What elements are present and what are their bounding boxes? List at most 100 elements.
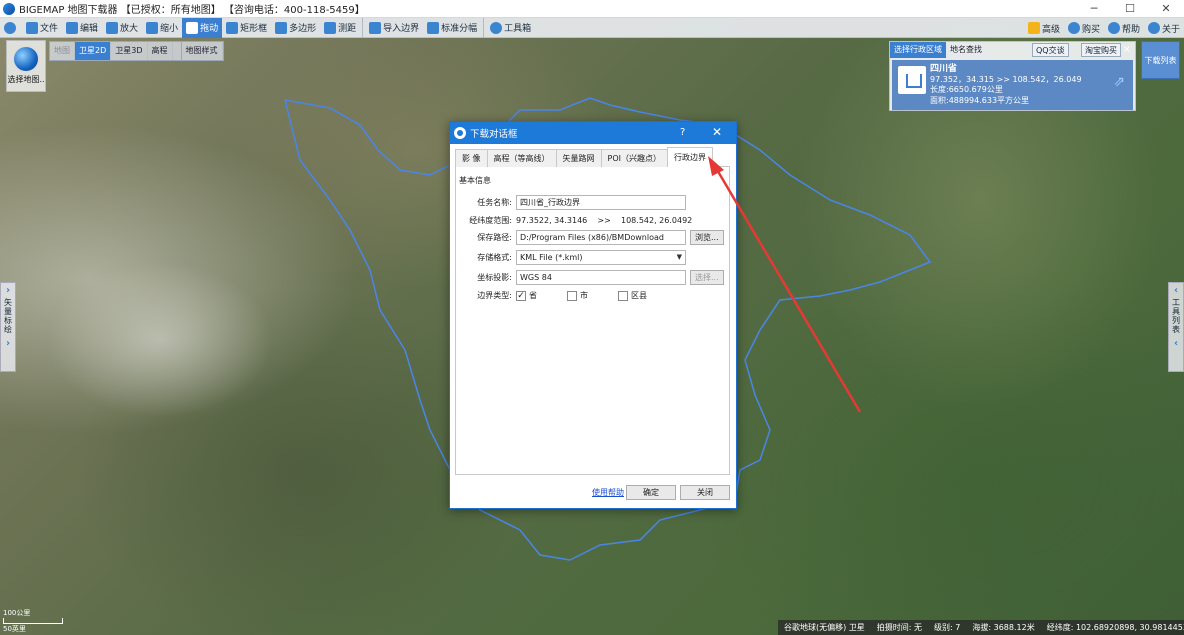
dialog-help-button[interactable]: ?: [680, 127, 685, 138]
checkbox-label: 市: [580, 291, 588, 300]
toolbar-label: 标准分幅: [441, 24, 478, 34]
hand-icon: [186, 21, 199, 34]
edit-icon: [66, 21, 79, 34]
toolbar-zoom-in-button[interactable]: 放大: [102, 18, 142, 38]
status-date: 拍摄时间: 无: [876, 623, 923, 632]
window-title: BIGEMAP 地图下载器 【已授权：所有地图】 【咨询电话：400-118-5…: [19, 5, 365, 16]
checkbox-label: 省: [529, 291, 537, 300]
dialog-content: 基本信息 任务名称: 四川省_行政边界 经纬度范围: 97.3522, 34.3…: [455, 167, 730, 475]
toolbar-standard-grid-button[interactable]: 标准分幅: [423, 18, 481, 38]
task-name-label: 任务名称:: [477, 198, 512, 207]
toolbar-polygon-button[interactable]: 多边形: [271, 18, 320, 38]
tab-place-search[interactable]: 地名查找: [946, 42, 986, 58]
cancel-button[interactable]: 关闭: [680, 485, 730, 500]
toolbar-help-button[interactable]: 帮助: [1104, 18, 1144, 38]
scale-bar: 100公里 50英里: [3, 608, 63, 634]
toolbar-buy-button[interactable]: 购买: [1064, 18, 1104, 38]
format-select[interactable]: KML File (*.kml) ▼: [516, 250, 686, 265]
chevron-right-icon: ›: [5, 285, 11, 296]
toolbar-toolbox-button[interactable]: 工具箱: [483, 17, 535, 38]
dialog-tabs: 影 像 高程（等高线） 矢量路网 POI（兴趣点） 行政边界: [455, 147, 730, 167]
toolbar-rectangle-button[interactable]: 矩形框: [222, 18, 271, 38]
status-bar: 谷歌地球(无偏移) 卫星 拍摄时间: 无 级别: 7 海拔: 3688.12米 …: [778, 620, 1184, 635]
side-tab-label: 工具列表: [1171, 298, 1181, 334]
qq-chat-button[interactable]: QQ交谈: [1032, 43, 1069, 57]
status-level: 级别: 7: [934, 623, 961, 632]
save-path-input[interactable]: D:/Program Files (x86)/BMDownload: [516, 230, 686, 245]
tab-imagery[interactable]: 影 像: [455, 149, 488, 167]
checkbox-city[interactable]: 市: [567, 290, 588, 301]
boundary-type-label: 边界类型:: [477, 291, 512, 300]
maximize-button[interactable]: ☐: [1112, 0, 1148, 18]
app-menu-button[interactable]: [0, 18, 22, 38]
tab-select-region[interactable]: 选择行政区域: [890, 42, 946, 58]
region-area: 面积:488994.633平方公里: [930, 95, 1030, 105]
toolbar-file-button[interactable]: 文件: [22, 18, 62, 38]
taobao-buy-button[interactable]: 淘宝购买: [1081, 43, 1121, 57]
tab-admin-boundary[interactable]: 行政边界: [667, 147, 714, 167]
tab-satellite-3d[interactable]: 卫星3D: [111, 42, 148, 60]
zoom-out-icon: [146, 21, 159, 34]
toolbar-about-button[interactable]: 关于: [1144, 18, 1184, 38]
download-list-button[interactable]: 下载列表: [1141, 41, 1180, 79]
help-link[interactable]: 使用帮助: [592, 487, 624, 498]
dialog-close-button[interactable]: ✕: [712, 125, 722, 139]
task-name-input[interactable]: 四川省_行政边界: [516, 195, 686, 210]
toolbar-edit-button[interactable]: 编辑: [62, 18, 102, 38]
export-arrow-icon[interactable]: ⇗: [1089, 74, 1125, 94]
scale-mi: 50英里: [3, 625, 26, 633]
tab-map-style[interactable]: 地图样式: [180, 42, 223, 60]
toolbar-label: 多边形: [289, 24, 317, 34]
globe-menu-icon: [4, 21, 16, 34]
rectangle-icon: [226, 21, 239, 34]
toolbar-label: 测距: [338, 24, 357, 34]
browse-button[interactable]: 浏览...: [690, 230, 724, 245]
checkbox-empty-icon: [618, 290, 628, 301]
checkbox-province[interactable]: ✓ 省: [516, 290, 537, 301]
map-type-selector[interactable]: 选择地图..: [6, 40, 46, 92]
checkbox-label: 区县: [631, 291, 647, 300]
view-tabs: 地图 卫星2D 卫星3D 高程 地图样式: [49, 41, 224, 61]
toolbar-label: 文件: [40, 24, 59, 34]
diamond-icon: [1027, 22, 1040, 34]
ok-button[interactable]: 确定: [626, 485, 676, 500]
toolbar-label: 购买: [1081, 24, 1100, 35]
select-projection-button[interactable]: 选择...: [690, 270, 724, 285]
region-info-card: × 四川省 97.352，34.315 >> 108.542，26.049 长度…: [892, 44, 1133, 110]
range-value: 97.3522, 34.3146 >> 108.542, 26.0492: [516, 216, 693, 225]
status-lnglat: 经纬度: 102.68920898, 30.98144531: [1046, 623, 1184, 632]
help-icon: [1107, 22, 1120, 34]
app-logo-icon: [3, 2, 15, 15]
toolbar-import-boundary-button[interactable]: 导入边界: [362, 17, 423, 38]
cart-icon: [1067, 22, 1080, 34]
main-toolbar: 文件 编辑 放大 缩小 拖动 矩形框 多边形 测距 导入边界 标准分幅 工具箱 …: [0, 17, 1184, 38]
scale-km: 100公里: [3, 609, 31, 617]
ruler-icon: [324, 21, 337, 34]
polygon-icon: [275, 21, 288, 34]
tab-vector-roads[interactable]: 矢量路网: [555, 149, 602, 167]
minimize-button[interactable]: ─: [1076, 0, 1112, 18]
chevron-right-icon: ›: [5, 338, 11, 349]
checkbox-county[interactable]: 区县: [618, 290, 647, 301]
tab-poi[interactable]: POI（兴趣点）: [600, 149, 669, 167]
close-icon[interactable]: ×: [1123, 44, 1131, 55]
projection-input[interactable]: WGS 84: [516, 270, 686, 285]
region-download-icon[interactable]: [898, 66, 926, 94]
tab-satellite-2d[interactable]: 卫星2D: [75, 42, 112, 60]
toolbar-measure-button[interactable]: 测距: [320, 18, 360, 38]
zoom-in-icon: [106, 21, 119, 34]
tab-elevation-contour[interactable]: 高程（等高线）: [486, 149, 557, 167]
vector-plot-side-tab[interactable]: › 矢量标绘 ›: [0, 282, 16, 372]
toolbar-label: 放大: [120, 24, 139, 34]
toolbar-pan-button[interactable]: 拖动: [182, 17, 223, 38]
projection-label: 坐标投影:: [477, 273, 512, 282]
tab-elevation[interactable]: 高程: [148, 42, 173, 60]
close-window-button[interactable]: ✕: [1148, 0, 1184, 18]
region-selection-panel: 选择行政区域 地名查找 QQ交谈 淘宝购买 × 四川省 97.352，34.31…: [889, 41, 1136, 111]
toolbar-zoom-out-button[interactable]: 缩小: [142, 18, 182, 38]
dialog-title-bar: 下载对话框: [450, 122, 736, 144]
tool-list-side-tab[interactable]: ‹ 工具列表 ‹: [1168, 282, 1184, 372]
range-label: 经纬度范围:: [469, 216, 512, 225]
tab-map[interactable]: 地图: [50, 42, 75, 60]
toolbar-advanced-button[interactable]: 高级: [1024, 18, 1064, 38]
